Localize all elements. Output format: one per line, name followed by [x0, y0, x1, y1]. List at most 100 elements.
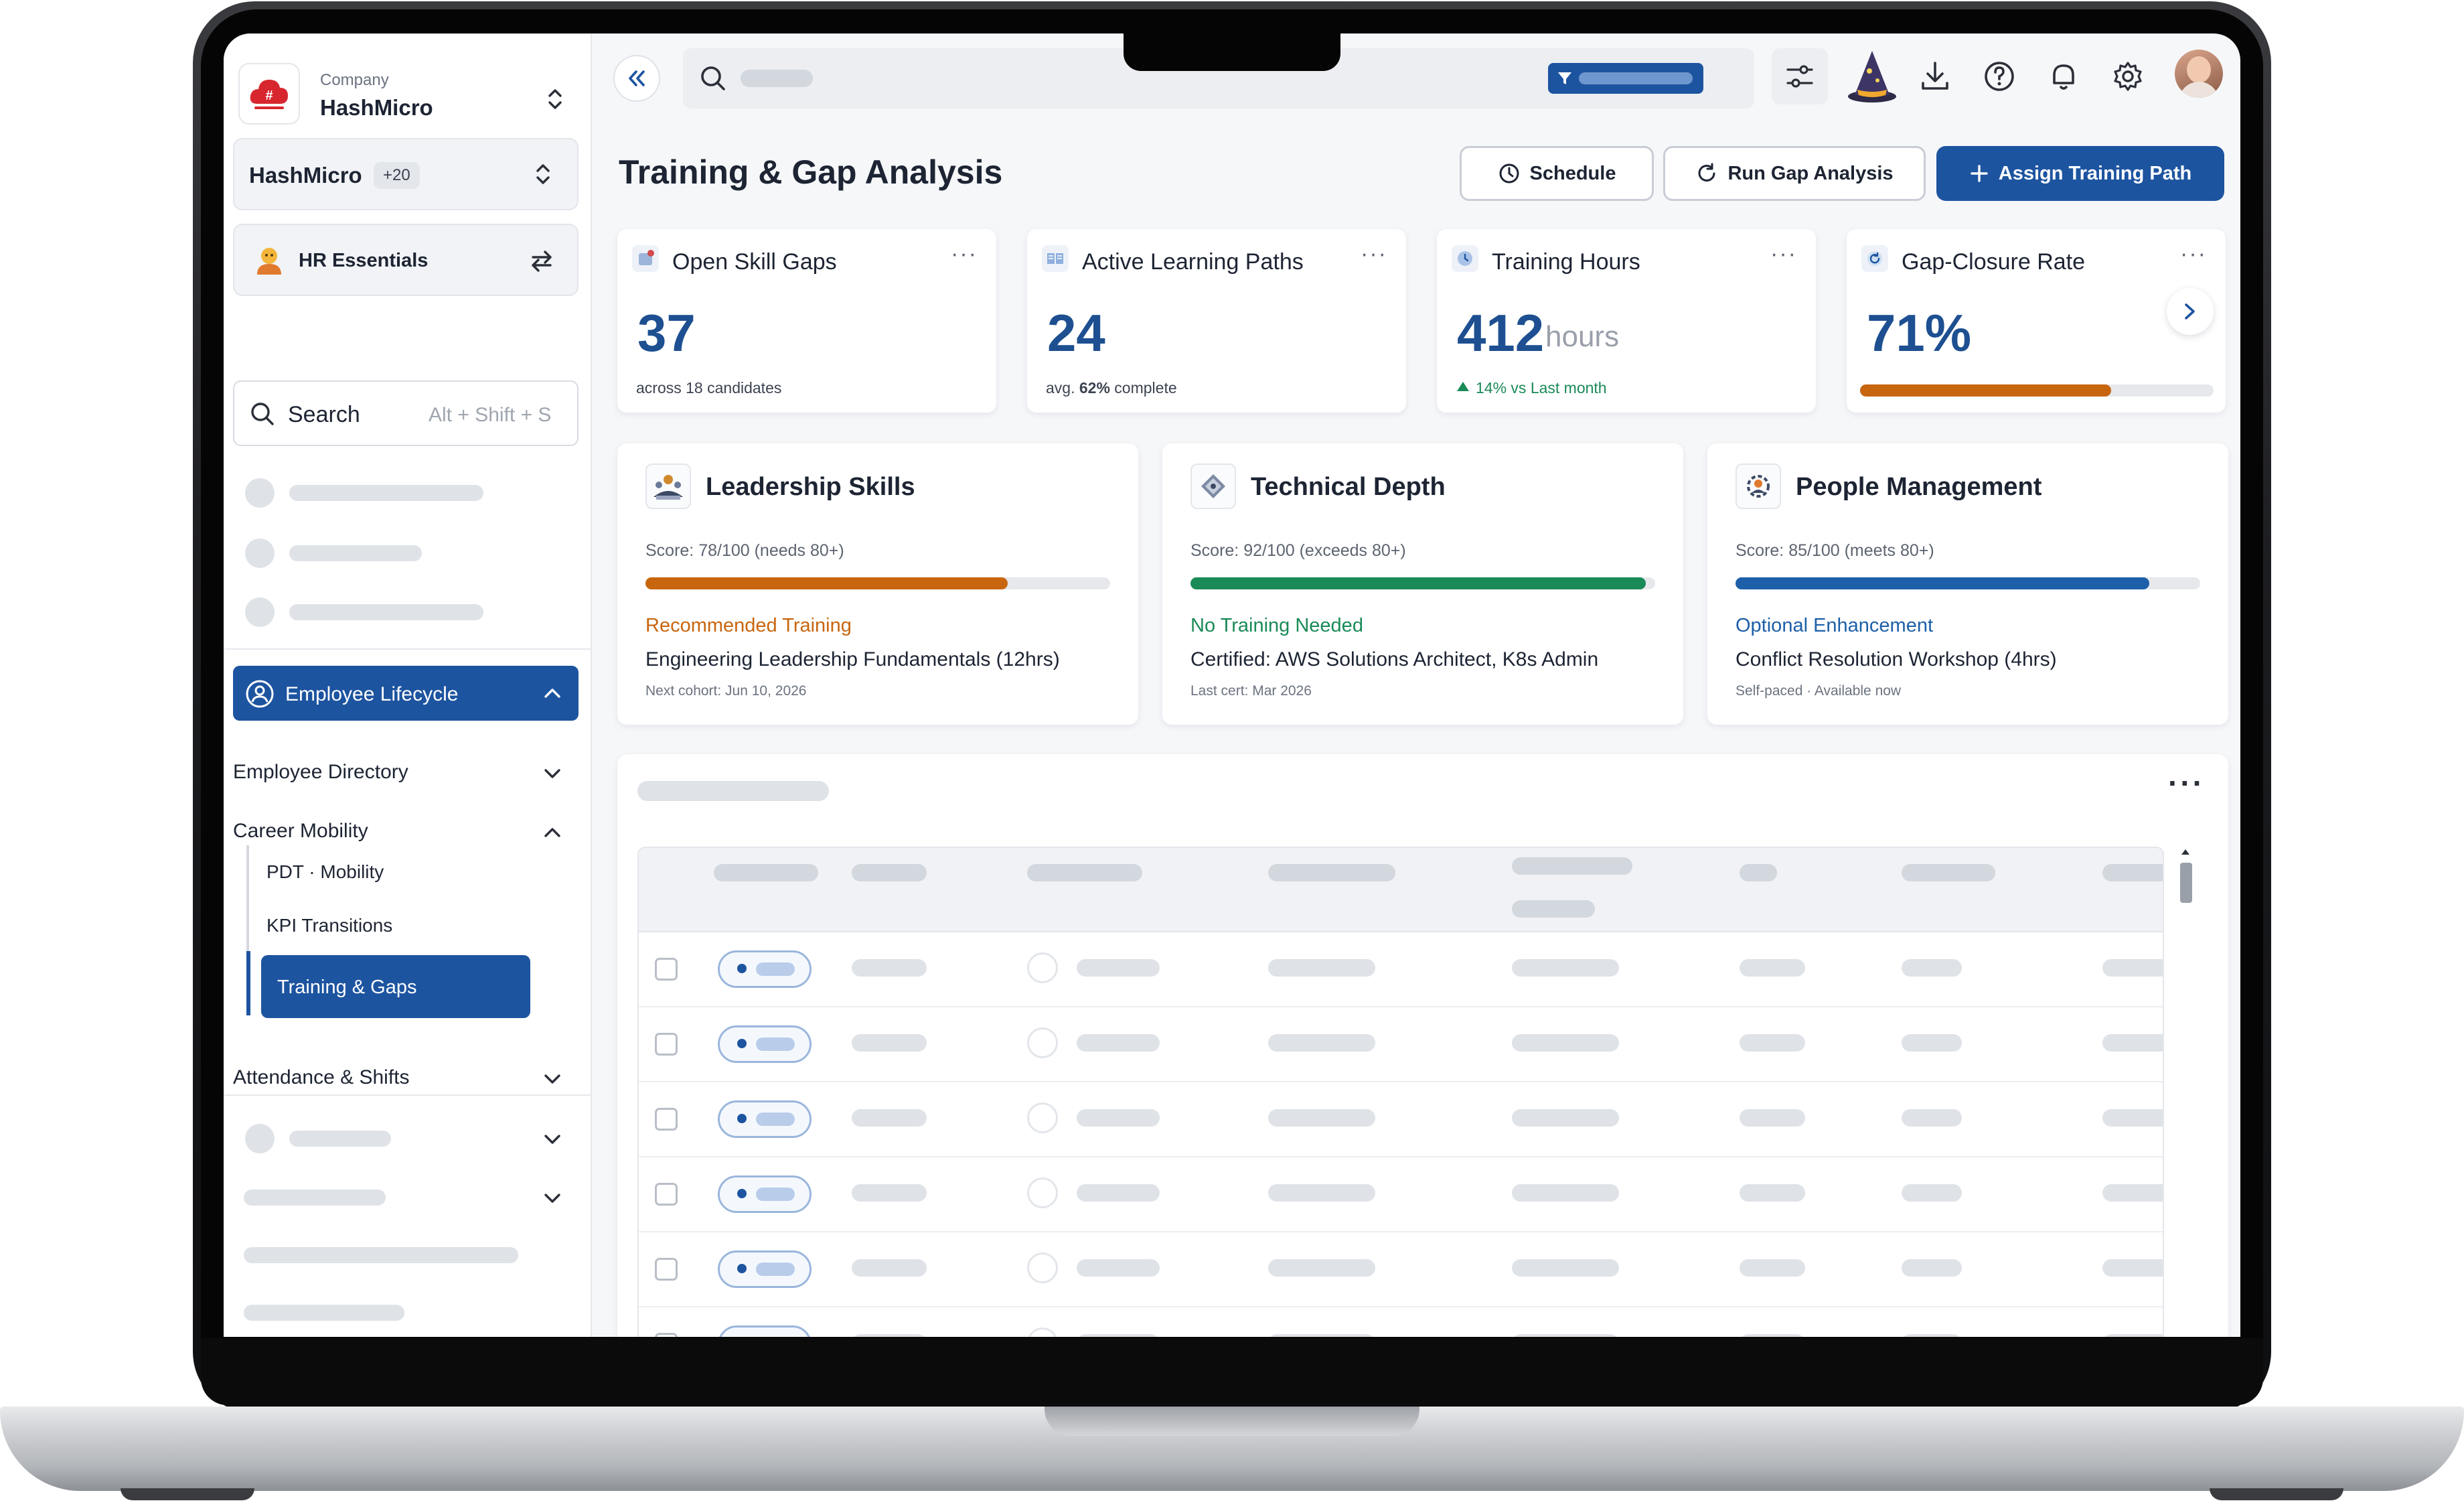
kpi-card-training-hours[interactable]: Training Hours ··· 412 hours 14% vs Last…	[1437, 229, 1816, 413]
more-icon[interactable]: ···	[2180, 241, 2207, 267]
nav-skeleton-label	[244, 1190, 386, 1206]
scroll-up-icon[interactable]	[2179, 847, 2192, 857]
team-icon	[645, 463, 691, 509]
trend-up-icon	[1457, 382, 1469, 391]
status-pill[interactable]	[718, 1100, 812, 1138]
skill-title: Leadership Skills	[706, 473, 915, 501]
table-row[interactable]	[639, 1232, 2163, 1307]
gear-icon[interactable]	[2110, 59, 2145, 94]
module-switcher[interactable]: HR Essentials	[233, 224, 579, 296]
sidebar-subitem-label: PDT · Mobility	[266, 861, 384, 882]
cell-skeleton	[1077, 1334, 1160, 1337]
kpi-value: 412	[1457, 303, 1545, 362]
scrollbar-thumb[interactable]	[2180, 863, 2192, 903]
clock-icon	[1452, 245, 1478, 272]
more-icon[interactable]: ···	[1361, 241, 1387, 267]
more-icon[interactable]: ···	[951, 241, 978, 267]
status-pill[interactable]	[718, 1250, 812, 1288]
run-gap-label: Run Gap Analysis	[1727, 162, 1894, 184]
wizard-icon[interactable]	[1845, 47, 1899, 104]
column-header-skeleton	[1902, 864, 1995, 881]
row-checkbox[interactable]	[655, 1033, 678, 1056]
table-row[interactable]	[639, 1157, 2163, 1232]
course-name: Conflict Resolution Workshop (4hrs)	[1736, 648, 2057, 670]
chevron-down-icon	[544, 1074, 560, 1084]
nav-skeleton-label	[289, 604, 483, 620]
skill-card-leadership[interactable]: Leadership Skills Score: 78/100 (needs 8…	[617, 443, 1138, 725]
bell-icon[interactable]	[2046, 59, 2081, 94]
nav-skeleton-icon	[245, 597, 275, 627]
more-icon[interactable]: ···	[2168, 765, 2205, 801]
kpi-card-active-learning-paths[interactable]: Active Learning Paths ··· 24 avg. 62% co…	[1027, 229, 1406, 413]
more-icon[interactable]: ···	[1770, 241, 1797, 267]
schedule-button[interactable]: Schedule	[1460, 146, 1654, 201]
table-header	[639, 848, 2163, 932]
course-meta: Last cert: Mar 2026	[1190, 683, 1312, 699]
search-icon	[701, 66, 725, 90]
sidebar-subitem-training-gaps[interactable]: Training & Gaps	[261, 955, 530, 1018]
search-icon	[251, 403, 274, 425]
filter-chip[interactable]	[1548, 63, 1703, 94]
clock-icon	[1499, 163, 1519, 184]
sidebar-item-label: Attendance & Shifts	[233, 1066, 410, 1088]
kpi-title: Open Skill Gaps	[672, 249, 837, 275]
sidebar-search-input[interactable]: Search Alt + Shift + S	[233, 380, 579, 446]
table-row[interactable]	[639, 1307, 2163, 1337]
skill-card-people-management[interactable]: People Management Score: 85/100 (meets 8…	[1707, 443, 2228, 725]
sidebar-item-employee-directory[interactable]: Employee Directory	[233, 753, 579, 793]
collapse-sidebar-button[interactable]	[613, 55, 660, 102]
org-selector[interactable]: HashMicro +20	[233, 138, 579, 210]
next-cards-button[interactable]	[2167, 288, 2214, 335]
avatar-placeholder	[1027, 1177, 1058, 1208]
table-scrollbar[interactable]	[2172, 847, 2199, 1337]
status-pill[interactable]	[718, 1325, 812, 1337]
help-icon[interactable]	[1982, 59, 2017, 94]
sliders-icon	[1786, 65, 1813, 88]
nav-section-employee-lifecycle[interactable]: Employee Lifecycle	[233, 666, 579, 721]
sidebar-item-attendance-shifts[interactable]: Attendance & Shifts	[233, 1058, 579, 1098]
table-row[interactable]	[639, 1082, 2163, 1157]
skill-progress	[1190, 577, 1655, 589]
filter-icon	[1558, 72, 1571, 84]
sidebar-subitem-kpi-transitions[interactable]: KPI Transitions	[266, 908, 548, 943]
sidebar-item-career-mobility[interactable]: Career Mobility	[233, 812, 579, 852]
skill-title: People Management	[1796, 473, 2042, 501]
cell-skeleton	[1740, 1034, 1805, 1052]
status-pill[interactable]	[718, 1175, 812, 1213]
row-checkbox[interactable]	[655, 1333, 678, 1337]
nav-skeleton-icon	[245, 539, 275, 568]
table-row[interactable]	[639, 932, 2163, 1007]
avatar[interactable]	[2175, 50, 2223, 98]
assign-label: Assign Training Path	[1998, 162, 2192, 184]
column-header-skeleton	[2102, 864, 2163, 881]
row-checkbox[interactable]	[655, 1108, 678, 1131]
status-pill[interactable]	[718, 950, 812, 988]
course-name: Engineering Leadership Fundamentals (12h…	[645, 648, 1060, 670]
chevron-down-icon[interactable]	[542, 1131, 562, 1148]
kpi-card-open-skill-gaps[interactable]: Open Skill Gaps ··· 37 across 18 candida…	[617, 229, 996, 413]
cell-skeleton	[1512, 1034, 1619, 1052]
cell-skeleton	[852, 959, 927, 977]
chevron-down-icon[interactable]	[542, 1190, 562, 1207]
run-gap-analysis-button[interactable]: Run Gap Analysis	[1663, 146, 1926, 201]
sidebar-item-label: Career Mobility	[233, 820, 368, 842]
status-pill[interactable]	[718, 1025, 812, 1063]
cell-skeleton	[1512, 959, 1619, 977]
assign-training-path-button[interactable]: Assign Training Path	[1936, 146, 2224, 201]
download-icon[interactable]	[1918, 59, 1952, 94]
sidebar-subitem-pdt-mobility[interactable]: PDT · Mobility	[266, 855, 548, 889]
company-switcher[interactable]: # Company HashMicro	[233, 51, 570, 138]
skill-card-technical-depth[interactable]: Technical Depth Score: 92/100 (exceeds 8…	[1162, 443, 1683, 725]
cell-skeleton	[1740, 1259, 1805, 1277]
cell-skeleton	[2102, 1334, 2163, 1337]
cell-skeleton	[1740, 959, 1805, 977]
table-row[interactable]	[639, 1007, 2163, 1082]
column-header-skeleton	[1268, 864, 1395, 881]
row-checkbox[interactable]	[655, 1258, 678, 1281]
cell-skeleton	[1902, 1259, 1962, 1277]
view-settings-button[interactable]	[1772, 48, 1828, 104]
row-checkbox[interactable]	[655, 1183, 678, 1206]
row-checkbox[interactable]	[655, 958, 678, 981]
table-panel: ···	[617, 754, 2228, 1337]
camera-notch	[1124, 32, 1340, 71]
